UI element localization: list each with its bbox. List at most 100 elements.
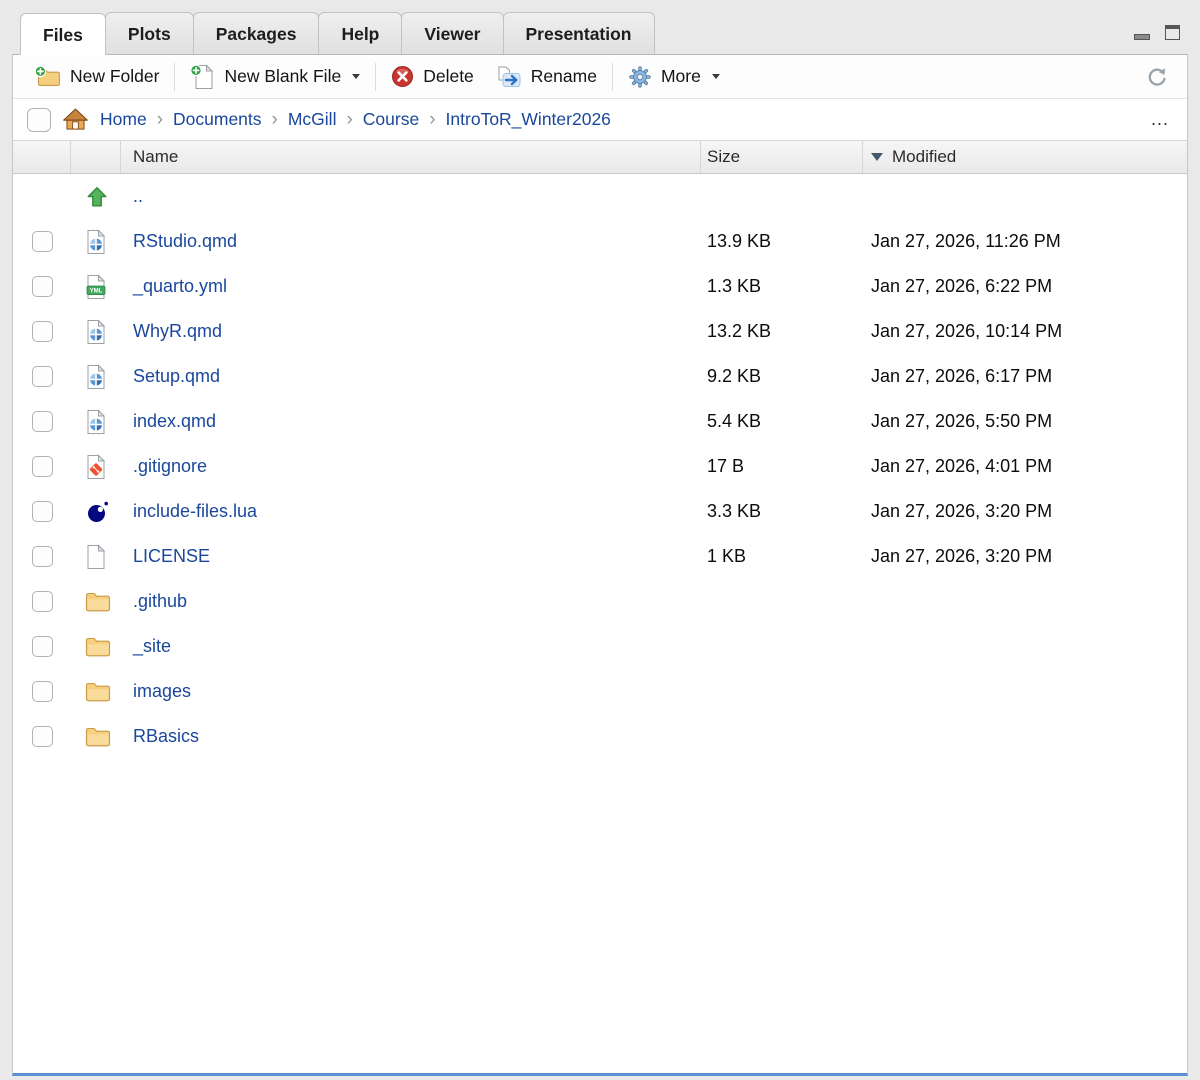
file-size: 1 KB <box>701 546 863 567</box>
row-checkbox[interactable] <box>32 501 53 522</box>
header-checkbox-column <box>13 141 71 173</box>
file-link[interactable]: WhyR.qmd <box>133 321 222 342</box>
header-modified[interactable]: Modified <box>863 141 1187 173</box>
file-row[interactable]: index.qmd5.4 KBJan 27, 2026, 5:50 PM <box>13 399 1187 444</box>
row-checkbox[interactable] <box>32 591 53 612</box>
file-row[interactable]: WhyR.qmd13.2 KBJan 27, 2026, 10:14 PM <box>13 309 1187 354</box>
minimize-pane-icon[interactable] <box>1132 22 1152 40</box>
delete-button[interactable]: Delete <box>380 61 485 92</box>
breadcrumb-link-home[interactable]: Home <box>100 109 147 130</box>
breadcrumb-separator: › <box>272 110 278 129</box>
new-folder-button[interactable]: New Folder <box>23 61 170 92</box>
file-link[interactable]: .gitignore <box>133 456 207 477</box>
file-row[interactable]: LICENSE 1 KBJan 27, 2026, 3:20 PM <box>13 534 1187 579</box>
file-row[interactable]: YML_quarto.yml1.3 KBJan 27, 2026, 6:22 P… <box>13 264 1187 309</box>
breadcrumb: Home›Documents›McGill›Course›IntroToR_Wi… <box>100 109 611 130</box>
file-link[interactable]: _quarto.yml <box>133 276 227 297</box>
file-size: 13.9 KB <box>701 231 863 252</box>
file-link[interactable]: RBasics <box>133 726 199 747</box>
files-toolbar: New Folder New Blank File Delete Rename … <box>13 55 1187 99</box>
header-name[interactable]: Name <box>121 141 701 173</box>
breadcrumb-separator: › <box>346 110 352 129</box>
folder-icon <box>85 681 111 703</box>
file-modified: Jan 27, 2026, 3:20 PM <box>863 546 1187 567</box>
file-modified: Jan 27, 2026, 10:14 PM <box>863 321 1187 342</box>
file-table-body: ..RStudio.qmd13.9 KBJan 27, 2026, 11:26 … <box>13 174 1187 1073</box>
header-size[interactable]: Size <box>701 141 863 173</box>
tab-presentation[interactable]: Presentation <box>503 12 655 54</box>
row-checkbox[interactable] <box>32 276 53 297</box>
toolbar-separator <box>174 63 175 91</box>
row-checkbox[interactable] <box>32 411 53 432</box>
tab-help[interactable]: Help <box>318 12 402 54</box>
header-modified-label: Modified <box>892 147 956 167</box>
svg-text:YML: YML <box>90 288 103 294</box>
git-file-icon <box>85 454 107 480</box>
header-name-label: Name <box>133 147 178 167</box>
folder-icon <box>85 636 111 658</box>
new-blank-file-button[interactable]: New Blank File <box>179 60 371 94</box>
maximize-pane-icon[interactable] <box>1162 22 1182 40</box>
row-checkbox[interactable] <box>32 636 53 657</box>
folder-icon <box>85 591 111 613</box>
select-all-checkbox[interactable] <box>27 108 51 132</box>
toolbar-separator <box>375 63 376 91</box>
row-checkbox[interactable] <box>32 681 53 702</box>
breadcrumb-link-documents[interactable]: Documents <box>173 109 262 130</box>
row-checkbox[interactable] <box>32 366 53 387</box>
breadcrumb-link-mcgill[interactable]: McGill <box>288 109 337 130</box>
row-checkbox[interactable] <box>32 726 53 747</box>
row-checkbox[interactable] <box>32 231 53 252</box>
file-link[interactable]: images <box>133 681 191 702</box>
home-icon[interactable] <box>62 107 89 132</box>
file-link[interactable]: include-files.lua <box>133 501 257 522</box>
quarto-file-icon <box>85 319 107 345</box>
breadcrumb-link-introtor_winter2026[interactable]: IntroToR_Winter2026 <box>446 109 611 130</box>
refresh-button[interactable] <box>1139 61 1175 93</box>
breadcrumb-separator: › <box>429 110 435 129</box>
sort-descending-icon <box>871 153 883 161</box>
file-modified: Jan 27, 2026, 6:22 PM <box>863 276 1187 297</box>
file-size: 17 B <box>701 456 863 477</box>
up-directory-icon <box>85 185 109 209</box>
tab-plots[interactable]: Plots <box>105 12 194 54</box>
lua-file-icon <box>85 499 109 525</box>
dropdown-caret-icon <box>352 74 360 79</box>
path-more-button[interactable]: ... <box>1147 109 1173 130</box>
parent-directory-link[interactable]: .. <box>133 186 143 207</box>
rename-button[interactable]: Rename <box>485 61 608 93</box>
file-link[interactable]: index.qmd <box>133 411 216 432</box>
header-icon-column <box>71 141 121 173</box>
refresh-icon <box>1145 65 1169 89</box>
tab-files[interactable]: Files <box>20 13 106 55</box>
file-row[interactable]: RStudio.qmd13.9 KBJan 27, 2026, 11:26 PM <box>13 219 1187 264</box>
path-bar: Home›Documents›McGill›Course›IntroToR_Wi… <box>13 99 1187 141</box>
rename-label: Rename <box>531 66 597 87</box>
new-file-icon <box>190 64 215 90</box>
tab-packages[interactable]: Packages <box>193 12 320 54</box>
tab-viewer[interactable]: Viewer <box>401 12 503 54</box>
more-button[interactable]: More <box>617 61 731 93</box>
new-folder-label: New Folder <box>70 66 159 87</box>
row-checkbox[interactable] <box>32 546 53 567</box>
file-row[interactable]: .gitignore17 BJan 27, 2026, 4:01 PM <box>13 444 1187 489</box>
file-link[interactable]: _site <box>133 636 171 657</box>
file-link[interactable]: LICENSE <box>133 546 210 567</box>
file-row[interactable]: _site <box>13 624 1187 669</box>
breadcrumb-link-course[interactable]: Course <box>363 109 419 130</box>
file-link[interactable]: Setup.qmd <box>133 366 220 387</box>
file-link[interactable]: RStudio.qmd <box>133 231 237 252</box>
file-row[interactable]: Setup.qmd9.2 KBJan 27, 2026, 6:17 PM <box>13 354 1187 399</box>
file-row[interactable]: .github <box>13 579 1187 624</box>
file-link[interactable]: .github <box>133 591 187 612</box>
file-row[interactable]: images <box>13 669 1187 714</box>
row-checkbox[interactable] <box>32 456 53 477</box>
files-pane-content: New Folder New Blank File Delete Rename … <box>12 55 1188 1076</box>
file-row[interactable]: include-files.lua3.3 KBJan 27, 2026, 3:2… <box>13 489 1187 534</box>
parent-directory-row[interactable]: .. <box>13 174 1187 219</box>
more-label: More <box>661 66 701 87</box>
file-row[interactable]: RBasics <box>13 714 1187 759</box>
file-size: 5.4 KB <box>701 411 863 432</box>
file-size: 9.2 KB <box>701 366 863 387</box>
row-checkbox[interactable] <box>32 321 53 342</box>
